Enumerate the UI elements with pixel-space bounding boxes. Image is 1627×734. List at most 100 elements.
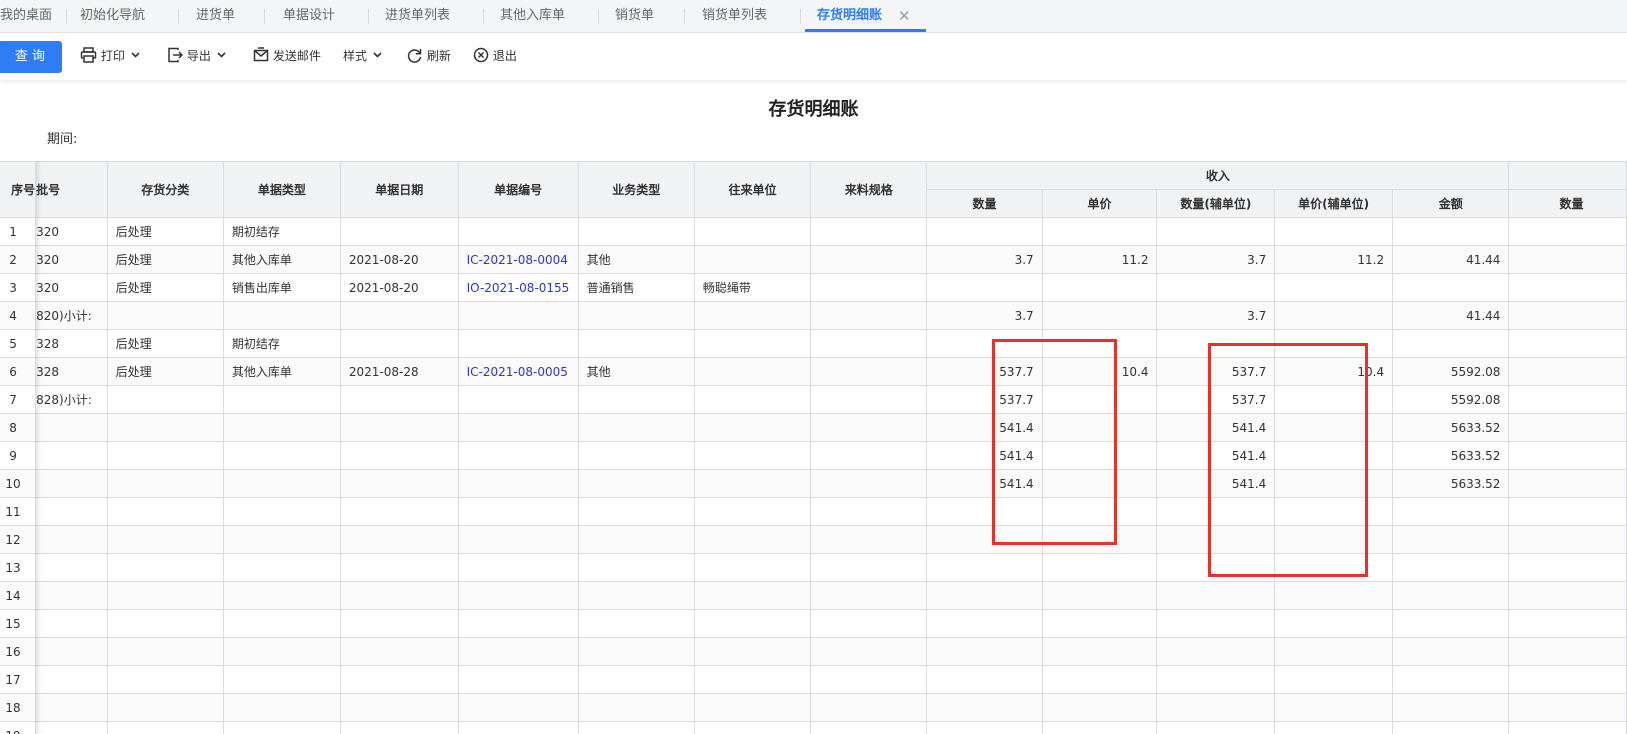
qty-cell[interactable]: 3.7 [926, 301, 1043, 330]
table-row[interactable]: 7 828)小计: 537.7 537.7 5592.08 [0, 385, 1627, 414]
next-qty-cell[interactable] [1508, 665, 1627, 694]
doc-type-cell[interactable] [222, 665, 341, 694]
category-cell[interactable] [106, 721, 224, 734]
amount-cell[interactable] [1392, 721, 1510, 734]
partner-cell[interactable]: 畅聪绳带 [693, 273, 812, 302]
partner-cell[interactable] [693, 329, 812, 358]
partner-cell[interactable] [693, 217, 812, 246]
qty-cell[interactable] [926, 665, 1043, 694]
table-row[interactable]: 18 [0, 693, 1627, 722]
refresh-button[interactable]: 刷新 [406, 33, 451, 80]
doc-type-cell[interactable] [222, 637, 341, 666]
doc-type-cell[interactable]: 期初结存 [222, 329, 341, 358]
next-qty-cell[interactable] [1508, 637, 1627, 666]
tab-my-desktop[interactable]: 我的桌面 [0, 0, 52, 32]
doc-type-cell[interactable] [222, 525, 341, 554]
qty-cell[interactable] [926, 609, 1043, 638]
spec-cell[interactable] [810, 469, 928, 498]
category-cell[interactable] [106, 553, 224, 582]
doc-no-cell[interactable] [457, 525, 579, 554]
doc-type-cell[interactable] [222, 721, 341, 734]
amount-cell[interactable] [1392, 609, 1510, 638]
spec-cell[interactable] [810, 413, 928, 442]
doc-no-cell[interactable] [457, 301, 579, 330]
doc-date-cell[interactable] [339, 413, 459, 442]
next-qty-cell[interactable] [1508, 469, 1627, 498]
biz-type-cell[interactable] [577, 581, 695, 610]
category-cell[interactable]: 后处理 [106, 217, 224, 246]
spec-cell[interactable] [810, 441, 928, 470]
partner-cell[interactable] [693, 385, 812, 414]
batch-cell[interactable] [35, 581, 108, 610]
doc-no-cell[interactable] [457, 441, 579, 470]
category-cell[interactable] [106, 469, 224, 498]
tab-purchase-list[interactable]: 进货单列表 [385, 0, 450, 32]
table-row[interactable]: 14 [0, 581, 1627, 610]
exit-button[interactable]: 退出 [473, 33, 517, 80]
row-seq-cell[interactable]: 12 [0, 525, 37, 554]
table-row[interactable]: 1 320 后处理 期初结存 [0, 217, 1627, 246]
doc-no-cell[interactable] [457, 581, 579, 610]
biz-type-cell[interactable] [577, 301, 695, 330]
doc-no-cell[interactable] [457, 217, 579, 246]
tab-inventory-ledger[interactable]: 存货明细账 [804, 0, 927, 32]
biz-type-cell[interactable] [577, 441, 695, 470]
price-cell[interactable] [1041, 609, 1158, 638]
amount-cell[interactable]: 5592.08 [1392, 385, 1510, 414]
table-row[interactable]: 3 320 后处理 销售出库单 2021-08-20 IO-2021-08-0155 普通销… [0, 273, 1627, 302]
price-aux-cell[interactable] [1274, 581, 1394, 610]
row-seq-cell[interactable]: 17 [0, 665, 37, 694]
next-qty-cell[interactable] [1508, 497, 1627, 526]
category-cell[interactable] [106, 497, 224, 526]
price-aux-cell[interactable] [1274, 273, 1394, 302]
price-cell[interactable] [1041, 721, 1158, 734]
partner-cell[interactable] [693, 357, 812, 386]
doc-date-cell[interactable] [339, 637, 459, 666]
doc-type-cell[interactable] [222, 413, 341, 442]
next-qty-cell[interactable] [1508, 245, 1627, 274]
price-aux-cell[interactable] [1274, 609, 1394, 638]
category-cell[interactable] [106, 609, 224, 638]
doc-date-cell[interactable]: 2021-08-20 [339, 245, 459, 274]
row-seq-cell[interactable]: 6 [0, 357, 37, 386]
spec-cell[interactable] [810, 301, 928, 330]
doc-type-cell[interactable]: 销售出库单 [222, 273, 341, 302]
next-qty-cell[interactable] [1508, 413, 1627, 442]
row-seq-cell[interactable]: 19 [0, 721, 37, 734]
price-cell[interactable]: 11.2 [1041, 245, 1158, 274]
partner-cell[interactable] [693, 581, 812, 610]
qty-cell[interactable] [926, 273, 1043, 302]
doc-type-cell[interactable]: 其他入库单 [222, 245, 341, 274]
doc-date-cell[interactable] [339, 721, 459, 734]
qty-cell[interactable] [926, 581, 1043, 610]
style-dropdown[interactable]: 样式 [343, 33, 382, 80]
row-seq-cell[interactable]: 16 [0, 637, 37, 666]
batch-cell[interactable]: 328 [35, 357, 108, 386]
amount-cell[interactable]: 5633.52 [1392, 441, 1510, 470]
doc-no-cell[interactable] [457, 553, 579, 582]
next-qty-cell[interactable] [1508, 581, 1627, 610]
doc-date-cell[interactable] [339, 469, 459, 498]
amount-cell[interactable] [1392, 329, 1510, 358]
next-qty-cell[interactable] [1508, 721, 1627, 734]
qty-aux-cell[interactable]: 3.7 [1156, 245, 1276, 274]
table-row[interactable]: 2 320 后处理 其他入库单 2021-08-20 IC-2021-08-0004 其他 3… [0, 245, 1627, 274]
doc-no-cell[interactable] [457, 329, 579, 358]
batch-cell[interactable]: 820)小计: [35, 301, 108, 330]
amount-cell[interactable]: 41.44 [1392, 245, 1510, 274]
partner-cell[interactable] [693, 665, 812, 694]
doc-no-cell[interactable]: IO-2021-08-0155 [457, 273, 579, 302]
biz-type-cell[interactable] [577, 217, 695, 246]
qty-cell[interactable] [926, 693, 1043, 722]
table-row[interactable]: 15 [0, 609, 1627, 638]
price-aux-cell[interactable] [1274, 637, 1394, 666]
amount-cell[interactable] [1392, 581, 1510, 610]
biz-type-cell[interactable] [577, 469, 695, 498]
next-qty-cell[interactable] [1508, 329, 1627, 358]
category-cell[interactable] [106, 441, 224, 470]
table-row[interactable]: 19 [0, 721, 1627, 734]
biz-type-cell[interactable]: 其他 [577, 245, 695, 274]
price-cell[interactable] [1041, 665, 1158, 694]
doc-date-cell[interactable] [339, 581, 459, 610]
doc-date-cell[interactable]: 2021-08-20 [339, 273, 459, 302]
